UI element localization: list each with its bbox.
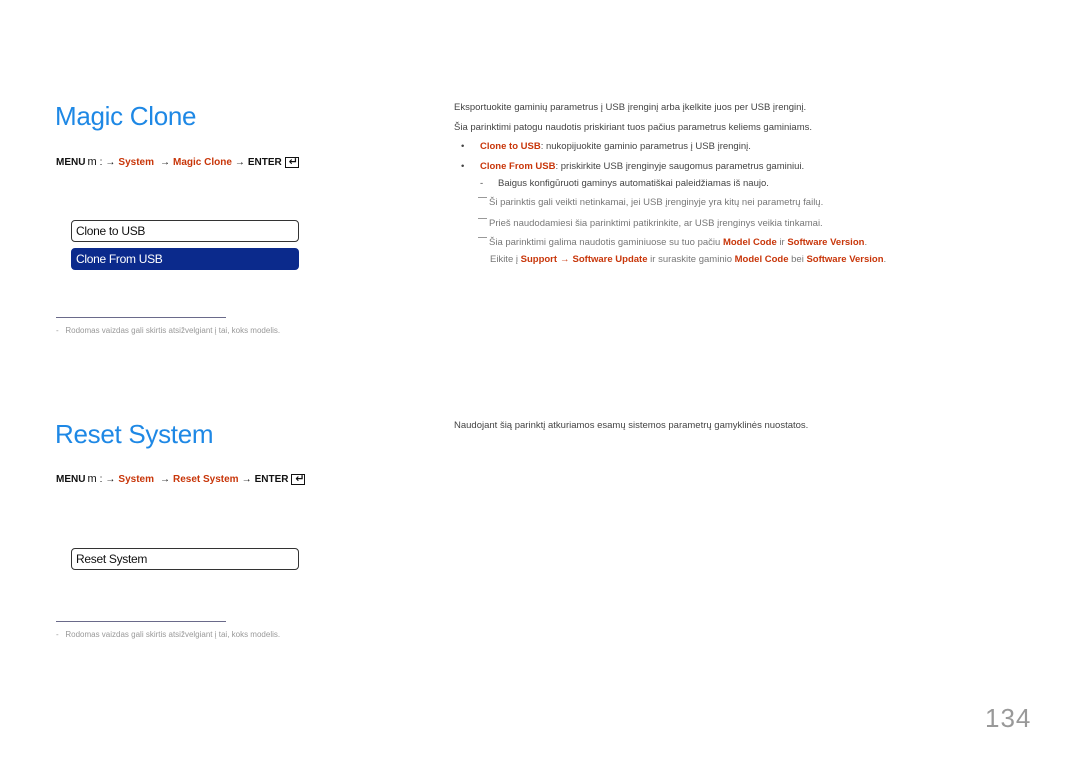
separator: : — [99, 473, 103, 485]
description-paragraph: Naudojant šią parinktį atkuriamos esamų … — [454, 420, 809, 431]
osd-item-reset-system[interactable]: Reset System — [71, 548, 299, 570]
footnote-text: Rodomas vaizdas gali skirtis atsižvelgia… — [65, 630, 281, 639]
note-continued: Eikite į Support → Software Update ir sura… — [490, 254, 886, 265]
term-software-version: Software Version — [787, 237, 865, 248]
note-text: Šia parinktimi galima naudotis gaminiuos… — [489, 237, 723, 248]
note-icon — [478, 237, 487, 238]
term-software-update: Software Update — [572, 254, 648, 265]
footnote-text: Rodomas vaizdas gali skirtis atsižvelgia… — [65, 326, 281, 335]
footnote-dash: - — [56, 630, 59, 639]
note-text: Eikite į — [490, 254, 521, 265]
menu-label: MENU — [56, 156, 86, 168]
menu-path-item: Reset System — [172, 473, 239, 485]
note-icon — [478, 197, 487, 198]
term-software-version: Software Version — [806, 254, 884, 265]
bullet-icon: • — [461, 141, 465, 152]
note-text: ir — [776, 237, 788, 248]
enter-label: ENTER — [254, 473, 289, 485]
arrow-icon: → — [105, 473, 116, 485]
separator: : — [99, 156, 103, 168]
enter-icon — [291, 472, 306, 485]
note-text: . — [883, 254, 887, 265]
term-clone-to-usb: Clone to USB — [480, 141, 541, 152]
arrow-icon: → — [234, 156, 245, 168]
arrow-icon: → — [560, 254, 570, 265]
note: Ši parinktis gali veikti netinkamai, jei… — [478, 197, 823, 208]
sub-item-text: Baigus konfigūruoti gaminys automatiškai… — [498, 178, 769, 189]
footnote: - Rodomas vaizdas gali skirtis atsižvelg… — [56, 326, 280, 335]
note-icon — [478, 218, 487, 219]
bullet-text: : nukopijuokite gaminio parametrus į USB… — [540, 141, 751, 152]
term-clone-from-usb: Clone From USB — [480, 161, 556, 172]
menu-path-item: Magic Clone — [172, 156, 232, 168]
note: Šia parinktimi galima naudotis gaminiuos… — [478, 237, 867, 248]
term-support: Support — [520, 254, 558, 265]
description-paragraph: Eksportuokite gaminių parametrus į USB į… — [454, 102, 807, 113]
footnote-dash: - — [56, 326, 59, 335]
footnote: - Rodomas vaizdas gali skirtis atsižvelg… — [56, 630, 280, 639]
menu-label: MENU — [56, 473, 86, 485]
footnote-divider — [56, 317, 226, 318]
arrow-icon: → — [241, 473, 252, 485]
note-text: bei — [788, 254, 807, 265]
sub-dash: - — [480, 178, 484, 189]
section-title-reset-system: Reset System — [55, 419, 214, 449]
osd-item-clone-from-usb[interactable]: Clone From USB — [71, 248, 299, 270]
sub-item: - Baigus konfigūruoti gaminys automatišk… — [480, 178, 769, 189]
bullet-text: : priskirkite USB įrenginyje saugomus pa… — [555, 161, 805, 172]
arrow-icon: → — [105, 156, 116, 168]
menu-path-magic-clone: MENU m : → System → Magic Clone → ENTER — [56, 155, 299, 168]
description-paragraph: Šia parinktimi patogu naudotis priskiria… — [454, 122, 812, 133]
bullet-icon: • — [461, 161, 465, 172]
note-text: Ši parinktis gali veikti netinkamai, jei… — [489, 197, 824, 208]
term-model-code: Model Code — [734, 254, 789, 265]
menu-icon: m — [87, 473, 96, 485]
menu-icon: m — [87, 156, 96, 168]
osd-item-clone-to-usb[interactable]: Clone to USB — [71, 220, 299, 242]
page-number: 134 — [985, 703, 1032, 733]
section-title-magic-clone: Magic Clone — [55, 101, 197, 131]
menu-path-item: System — [118, 156, 154, 168]
bullet-clone-from-usb: • Clone From USB: priskirkite USB įrengi… — [461, 161, 804, 172]
arrow-icon: → — [159, 473, 170, 485]
bullet-clone-to-usb: • Clone to USB: nukopijuokite gaminio pa… — [461, 141, 751, 152]
arrow-icon: → — [159, 156, 170, 168]
menu-path-item: System — [118, 473, 154, 485]
enter-icon — [284, 155, 299, 168]
note-text: ir suraskite gaminio — [647, 254, 735, 265]
footnote-divider — [56, 621, 226, 622]
note-text: . — [864, 237, 868, 248]
note-text: Prieš naudodamiesi šia parinktimi patikr… — [489, 218, 823, 229]
term-model-code: Model Code — [722, 237, 777, 248]
menu-path-reset-system: MENU m : → System → Reset System → ENTER — [56, 472, 306, 485]
note: Prieš naudodamiesi šia parinktimi patikr… — [478, 218, 823, 229]
enter-label: ENTER — [247, 156, 282, 168]
